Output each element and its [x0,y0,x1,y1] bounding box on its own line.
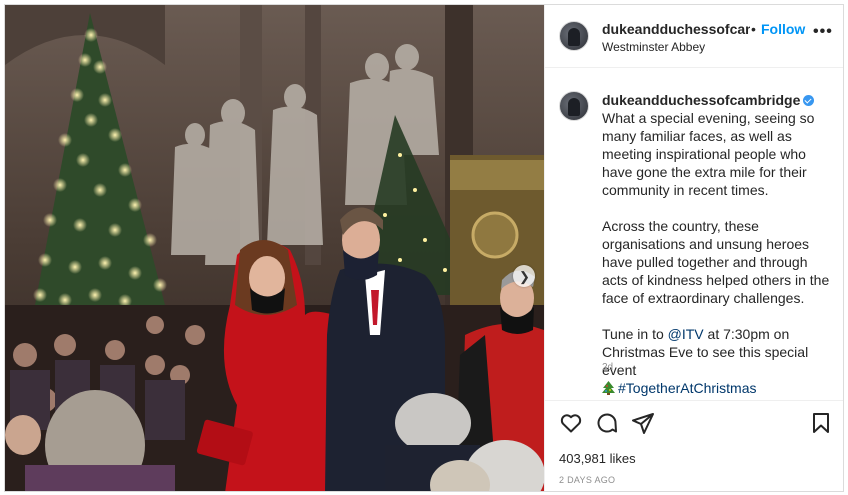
post-header: dukeandduchessofcamb • Follow Westminste… [545,5,843,68]
heart-icon[interactable] [559,411,583,435]
mention-link[interactable]: @ITV [668,326,704,342]
likes-count[interactable]: 403,981 likes [559,451,636,466]
comment-icon[interactable] [595,411,619,435]
caption-paragraph-1: What a special evening, seeing so many f… [602,110,815,198]
post-timestamp: 2 DAYS AGO [559,475,616,485]
post-card: ❯ dukeandduchessofcamb • Follow Westmins… [4,4,844,492]
post-caption: dukeandduchessofcambridge What a special … [602,91,834,415]
caption-avatar[interactable] [559,91,589,121]
caption-age: 2d [602,362,614,373]
hashtag-link[interactable]: #TogetherAtChristmas [618,380,757,396]
more-options-button[interactable]: ••• [813,24,833,40]
username-link[interactable]: dukeandduchessofcamb [602,21,750,37]
caption-paragraph-2: Across the country, these organisations … [602,218,830,306]
location-link[interactable]: Westminster Abbey [602,40,705,54]
chevron-right-icon: ❯ [519,268,530,284]
next-image-button[interactable]: ❯ [513,265,535,287]
action-bar: 403,981 likes 2 DAYS AGO [545,400,843,491]
christmas-tree-emoji [602,381,615,395]
follow-button[interactable]: Follow [761,21,805,37]
post-photo[interactable]: ❯ [5,5,544,491]
share-icon[interactable] [631,411,655,435]
post-sidebar: dukeandduchessofcamb • Follow Westminste… [544,5,843,491]
caption-username[interactable]: dukeandduchessofcambridge [602,92,800,108]
separator-dot: • [751,21,756,37]
avatar[interactable] [559,21,589,51]
post-image [5,5,544,491]
bookmark-icon[interactable] [809,411,833,435]
caption-text-3a: Tune in to [602,326,668,342]
verified-badge-icon [803,95,815,106]
